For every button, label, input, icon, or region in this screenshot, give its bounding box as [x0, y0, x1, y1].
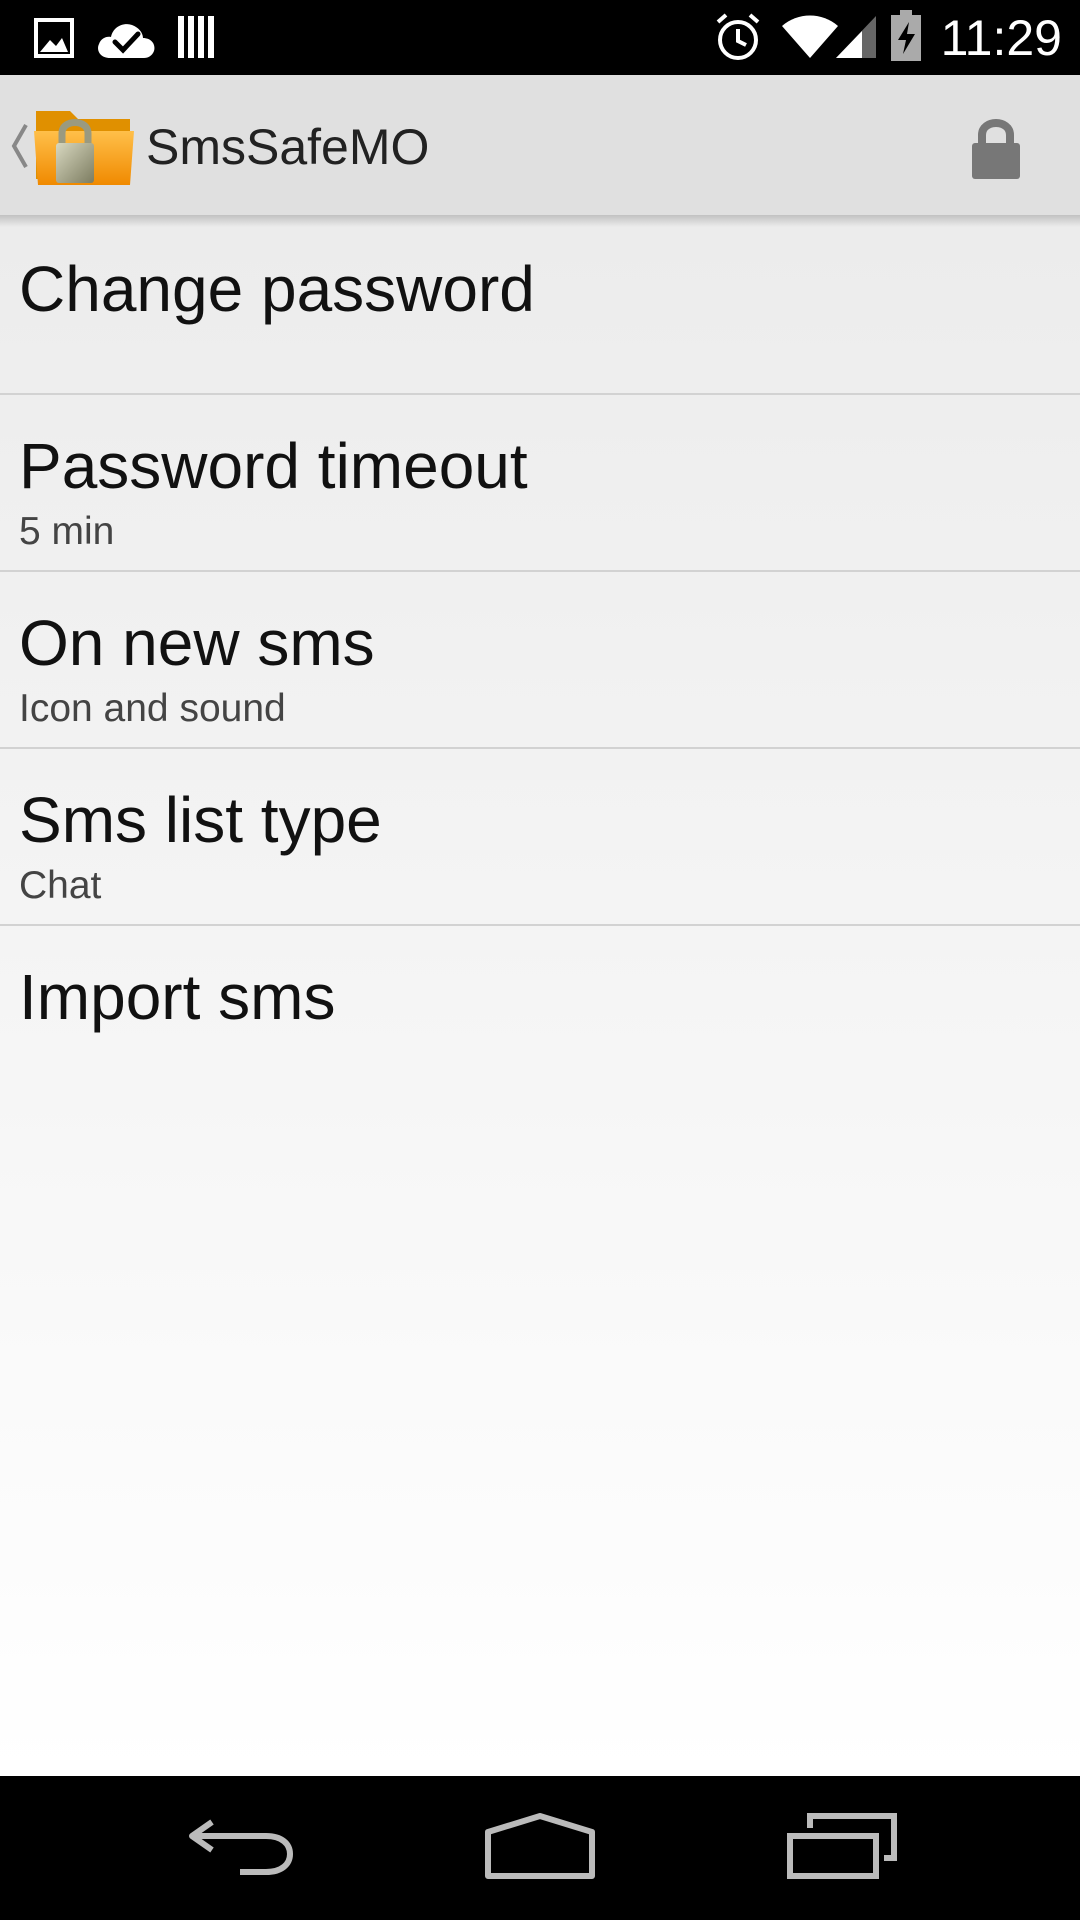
back-icon[interactable] — [160, 1798, 320, 1898]
folder-lock-icon[interactable] — [32, 101, 136, 189]
wifi-icon — [782, 15, 838, 58]
pref-sms-list-type[interactable]: Sms list type Chat — [0, 749, 1080, 926]
pref-title: On new sms — [19, 607, 375, 679]
battery-charging-icon — [891, 10, 921, 61]
pref-import-sms[interactable]: Import sms — [0, 926, 1080, 1103]
pref-on-new-sms[interactable]: On new sms Icon and sound — [0, 572, 1080, 749]
status-time: 11:29 — [940, 10, 1062, 66]
signal-icon — [836, 16, 876, 58]
action-bar: SmsSafeMO — [0, 75, 1080, 215]
pref-change-password[interactable]: Change password — [0, 215, 1080, 395]
pref-title: Password timeout — [19, 430, 528, 502]
cloud-check-icon — [98, 24, 155, 58]
pref-summary: Icon and sound — [19, 687, 286, 730]
status-bar: 11:29 — [0, 0, 1080, 75]
preference-list: Change password Password timeout 5 min O… — [0, 215, 1080, 1776]
pref-title: Sms list type — [19, 784, 382, 856]
barcode-icon — [178, 16, 214, 58]
up-caret-icon[interactable] — [10, 123, 30, 169]
pref-summary: Chat — [19, 864, 102, 907]
action-bar-shadow — [0, 215, 1080, 227]
pref-title: Change password — [19, 253, 535, 325]
app-title: SmsSafeMO — [146, 119, 430, 175]
navigation-bar — [0, 1776, 1080, 1920]
home-icon[interactable] — [460, 1798, 620, 1898]
pref-title: Import sms — [19, 961, 336, 1033]
pref-summary: 5 min — [19, 510, 115, 553]
alarm-icon — [716, 13, 760, 60]
screen: 11:29 SmsSafeMO Change password Password… — [0, 0, 1080, 1920]
lock-icon[interactable] — [960, 111, 1032, 183]
recents-icon[interactable] — [762, 1798, 922, 1898]
image-notification-icon — [34, 18, 74, 58]
pref-password-timeout[interactable]: Password timeout 5 min — [0, 395, 1080, 572]
